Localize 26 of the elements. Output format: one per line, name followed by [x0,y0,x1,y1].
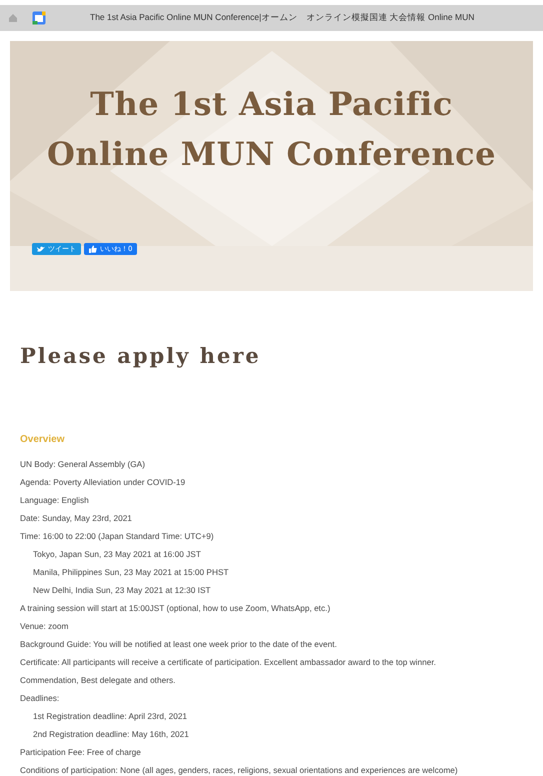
info-line: New Delhi, India Sun, 23 May 2021 at 12:30 IST [33,584,211,597]
info-line: Commendation, Best delegate and others. [20,674,176,687]
info-line: Venue: zoom [20,620,68,633]
bird-icon [37,246,45,252]
info-line: A training session will start at 15:00JST (optional, how to use Zoom, WhatsApp, etc.) [20,602,330,615]
thumbs-up-icon [89,245,97,253]
info-line: Deadlines: [20,692,60,705]
info-line: Background Guide: You will be notified at least one week prior to the date of the event. [20,638,337,651]
browser-tab[interactable]: The 1st Asia Pacific Online MUN Conference|オームン オンライン模擬国連 大会情報 Online MUN [0,5,543,31]
info-line: Participation Fee: Free of charge [20,746,141,759]
calendar-icon [32,11,46,25]
info-line: Agenda: Poverty Alleviation under COVID-19 [20,476,186,489]
info-line: 2nd Registration deadline: May 16th, 2021 [33,728,189,741]
info-line: UN Body: General Assembly (GA) [20,458,145,471]
info-line: Time: 16:00 to 22:00 (Japan Standard Time: UTC+9) [20,530,214,543]
info-line: Conditions of participation: None (all ages, genders, races, religions, sexual orientations and experiences are welcome) [20,764,458,776]
section-heading: Overview [20,434,64,445]
info-line: Certificate: All participants will receive a certificate of participation. Excellent ambassador award to the top winner. [20,656,436,669]
apply-heading: Please apply here [20,343,261,368]
info-line: 1st Registration deadline: April 23rd, 2021 [33,710,188,723]
info-line: Language: English [20,494,89,507]
conference-title: The 1st Asia Pacific Online MUN Conference [47,84,496,175]
info-line: Date: Sunday, May 23rd, 2021 [20,512,132,525]
home-icon[interactable] [8,13,18,23]
info-line: Tokyo, Japan Sun, 23 May 2021 at 16:00 JST [33,548,201,561]
info-line: Manila, Philippines Sun, 23 May 2021 at 15:00 PHST [33,566,229,579]
